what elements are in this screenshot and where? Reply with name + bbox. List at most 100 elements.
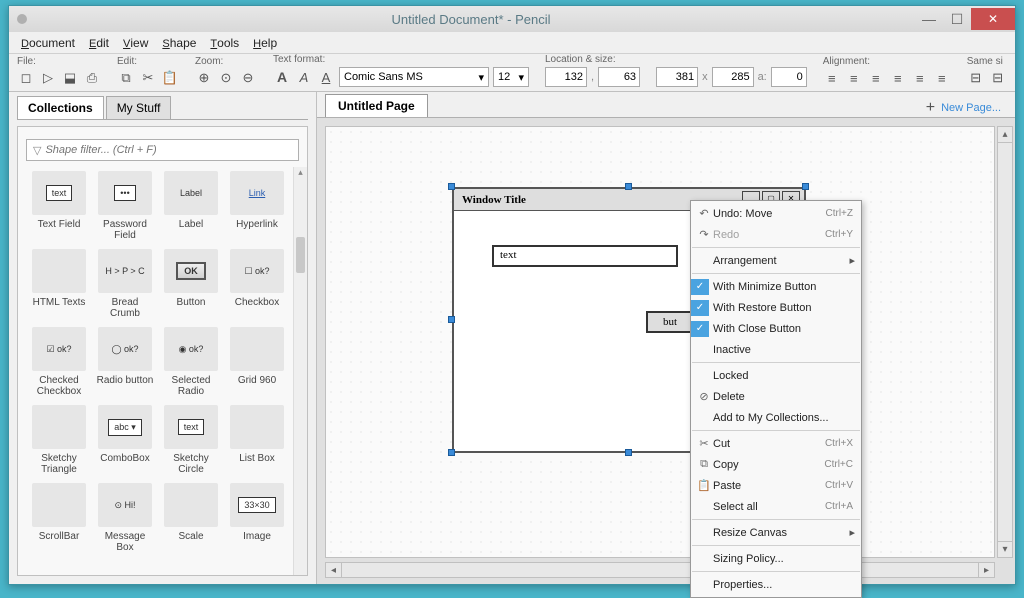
shape-item[interactable]: Sketchy Triangle <box>30 405 88 475</box>
align-center-icon[interactable]: ≡ <box>845 69 863 87</box>
zoom-reset-icon[interactable]: ⊙ <box>217 69 235 87</box>
shape-filter[interactable]: ▽ <box>26 139 299 161</box>
shape-item[interactable]: 33×30Image <box>228 483 286 553</box>
ctx-redo[interactable]: ↷RedoCtrl+Y <box>691 224 861 245</box>
loc-x-input[interactable] <box>545 67 587 87</box>
ctx-undo[interactable]: ↶Undo: MoveCtrl+Z <box>691 203 861 224</box>
shape-item[interactable]: abc ▾ComboBox <box>96 405 154 475</box>
sel-handle[interactable] <box>448 316 455 323</box>
ctx-addcoll[interactable]: Add to My Collections... <box>691 407 861 428</box>
ctx-close[interactable]: ✓With Close Button <box>691 318 861 339</box>
open-file-icon[interactable]: ▷ <box>39 69 57 87</box>
textfield-shape[interactable]: text <box>492 245 678 267</box>
shape-item[interactable]: textSketchy Circle <box>162 405 220 475</box>
page-tab-untitled[interactable]: Untitled Page <box>325 94 428 117</box>
ctx-arrangement[interactable]: Arrangement▸ <box>691 250 861 271</box>
align-bottom-icon[interactable]: ≡ <box>933 69 951 87</box>
shape-item[interactable]: ☑ ok?Checked Checkbox <box>30 327 88 397</box>
menu-help[interactable]: Help <box>247 33 283 53</box>
mac-close-icon[interactable] <box>17 14 27 24</box>
scroll-up-icon[interactable]: ▴ <box>998 127 1012 143</box>
save-file-icon[interactable]: ⬓ <box>61 69 79 87</box>
left-scrollbar[interactable]: ▴ <box>293 167 307 575</box>
shape-item[interactable]: H > P > CBread Crumb <box>96 249 154 319</box>
shape-item[interactable]: textText Field <box>30 171 88 241</box>
sel-handle[interactable] <box>448 449 455 456</box>
maximize-button[interactable]: ☐ <box>943 8 971 30</box>
cut-icon[interactable]: ✂ <box>139 69 157 87</box>
fontsize-combo[interactable]: 12▾ <box>493 67 529 87</box>
size-w-input[interactable] <box>656 67 698 87</box>
same-w-icon[interactable]: ⊟ <box>967 69 985 87</box>
ctx-restore[interactable]: ✓With Restore Button <box>691 297 861 318</box>
scroll-down-icon[interactable]: ▾ <box>998 541 1012 557</box>
ctx-locked[interactable]: Locked <box>691 365 861 386</box>
shape-item[interactable]: ☐ ok?Checkbox <box>228 249 286 319</box>
shape-item[interactable]: OKButton <box>162 249 220 319</box>
new-page-button[interactable]: + New Page... <box>926 99 1007 117</box>
shape-item[interactable]: ScrollBar <box>30 483 88 553</box>
print-icon[interactable]: ⎙ <box>83 69 101 87</box>
minimize-button[interactable]: — <box>915 8 943 30</box>
italic-icon[interactable]: A <box>295 68 313 86</box>
scroll-right-icon[interactable]: ▸ <box>978 563 994 577</box>
canvas-hscrollbar[interactable]: ◂ ▸ <box>325 562 995 578</box>
underline-icon[interactable]: A <box>317 68 335 86</box>
new-file-icon[interactable]: ◻ <box>17 69 35 87</box>
menu-tools[interactable]: Tools <box>204 33 245 53</box>
ctx-props[interactable]: Properties... <box>691 574 861 595</box>
shape-item[interactable]: List Box <box>228 405 286 475</box>
ctx-minimize[interactable]: ✓With Minimize Button <box>691 276 861 297</box>
close-button[interactable]: ✕ <box>971 8 1015 30</box>
scroll-up-icon[interactable]: ▴ <box>294 167 307 181</box>
scroll-thumb[interactable] <box>296 237 305 273</box>
menu-shape[interactable]: Shape <box>156 33 202 53</box>
sel-handle[interactable] <box>448 183 455 190</box>
shape-item[interactable]: ◯ ok?Radio button <box>96 327 154 397</box>
ctx-resize[interactable]: Resize Canvas▸ <box>691 522 861 543</box>
shape-item[interactable]: LinkHyperlink <box>228 171 286 241</box>
canvas-vscrollbar[interactable]: ▴ ▾ <box>997 126 1013 558</box>
zoom-out-icon[interactable]: ⊖ <box>239 69 257 87</box>
shape-item[interactable]: HTML Texts <box>30 249 88 319</box>
sel-handle[interactable] <box>625 183 632 190</box>
ctx-delete[interactable]: ⊘Delete <box>691 386 861 407</box>
shape-item[interactable]: ⊙ Hi!Message Box <box>96 483 154 553</box>
canvas[interactable]: Window Title _ ▢ ✕ <box>325 126 995 558</box>
align-left-icon[interactable]: ≡ <box>823 69 841 87</box>
bold-icon[interactable]: A <box>273 68 291 86</box>
size-h-input[interactable] <box>712 67 754 87</box>
zoom-in-icon[interactable]: ⊕ <box>195 69 213 87</box>
loc-y-input[interactable] <box>598 67 640 87</box>
align-middle-icon[interactable]: ≡ <box>911 69 929 87</box>
shape-item[interactable]: ◉ ok?Selected Radio <box>162 327 220 397</box>
align-right-icon[interactable]: ≡ <box>867 69 885 87</box>
font-combo[interactable]: Comic Sans MS▾ <box>339 67 489 87</box>
menu-edit[interactable]: Edit <box>83 33 115 53</box>
shape-item[interactable]: Scale <box>162 483 220 553</box>
sel-handle[interactable] <box>802 183 809 190</box>
align-top-icon[interactable]: ≡ <box>889 69 907 87</box>
ctx-selectall[interactable]: Select allCtrl+A <box>691 496 861 517</box>
paste-icon[interactable]: 📋 <box>161 69 179 87</box>
menu-view[interactable]: View <box>117 33 154 53</box>
scroll-left-icon[interactable]: ◂ <box>326 563 342 577</box>
ctx-paste[interactable]: 📋PasteCtrl+V <box>691 475 861 496</box>
tab-collections[interactable]: Collections <box>17 96 104 119</box>
shape-item[interactable]: LabelLabel <box>162 171 220 241</box>
ctx-inactive[interactable]: Inactive <box>691 339 861 360</box>
ctx-sizing[interactable]: Sizing Policy... <box>691 548 861 569</box>
button-shape[interactable]: but <box>646 311 694 333</box>
shape-item[interactable]: Grid 960 <box>228 327 286 397</box>
titlebar: Untitled Document* - Pencil — ☐ ✕ <box>9 6 1015 32</box>
shape-item[interactable]: •••Password Field <box>96 171 154 241</box>
tab-mystuff[interactable]: My Stuff <box>106 96 172 119</box>
sel-handle[interactable] <box>625 449 632 456</box>
ctx-copy[interactable]: ⧉CopyCtrl+C <box>691 454 861 475</box>
angle-input[interactable] <box>771 67 807 87</box>
shape-filter-input[interactable] <box>45 144 292 156</box>
menu-document[interactable]: Document <box>15 33 81 53</box>
ctx-cut[interactable]: ✂CutCtrl+X <box>691 433 861 454</box>
copy-icon[interactable]: ⧉ <box>117 69 135 87</box>
same-h-icon[interactable]: ⊟ <box>989 69 1007 87</box>
